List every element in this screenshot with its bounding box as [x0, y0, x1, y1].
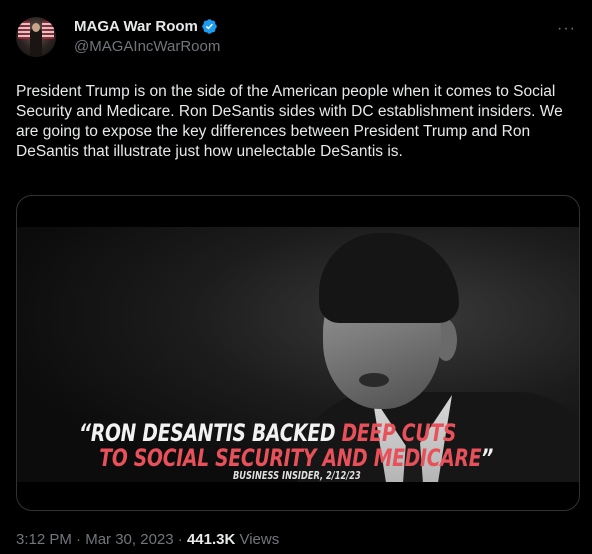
avatar[interactable] [16, 17, 56, 57]
caption-red-text-1: DEEP CUTS [341, 419, 457, 447]
author-handle[interactable]: @MAGAIncWarRoom [74, 38, 220, 55]
more-options-icon[interactable]: ··· [557, 20, 576, 38]
video-media[interactable]: “RON DESANTIS BACKED DEEP CUTS TO SOCIAL… [16, 195, 580, 511]
meta-separator: · [173, 531, 187, 548]
tweet-date[interactable]: Mar 30, 2023 [85, 531, 173, 548]
verified-badge-icon [202, 19, 217, 34]
caption-white-text: “RON DESANTIS BACKED [79, 419, 342, 447]
author-display-name[interactable]: MAGA War Room [74, 18, 198, 35]
caption-red-text-2: TO SOCIAL SECURITY AND MEDICARE [99, 444, 482, 472]
caption-close-quote: ” [481, 444, 494, 472]
video-frame[interactable]: “RON DESANTIS BACKED DEEP CUTS TO SOCIAL… [17, 227, 579, 482]
views-label: Views [235, 531, 280, 548]
tweet-metadata: 3:12 PM · Mar 30, 2023 · 441.3K Views [16, 531, 279, 548]
views-count: 441.3K [186, 531, 236, 548]
author-info: MAGA War Room @MAGAIncWarRoom [74, 18, 220, 55]
video-caption: “RON DESANTIS BACKED DEEP CUTS TO SOCIAL… [79, 419, 493, 471]
caption-source: BUSINESS INSIDER, 2/12/23 [233, 469, 361, 482]
meta-separator: · [71, 531, 86, 548]
tweet-text: President Trump is on the side of the Am… [16, 83, 563, 160]
tweet-time[interactable]: 3:12 PM [16, 531, 72, 548]
tweet-header: MAGA War Room @MAGAIncWarRoom ··· [16, 14, 576, 68]
